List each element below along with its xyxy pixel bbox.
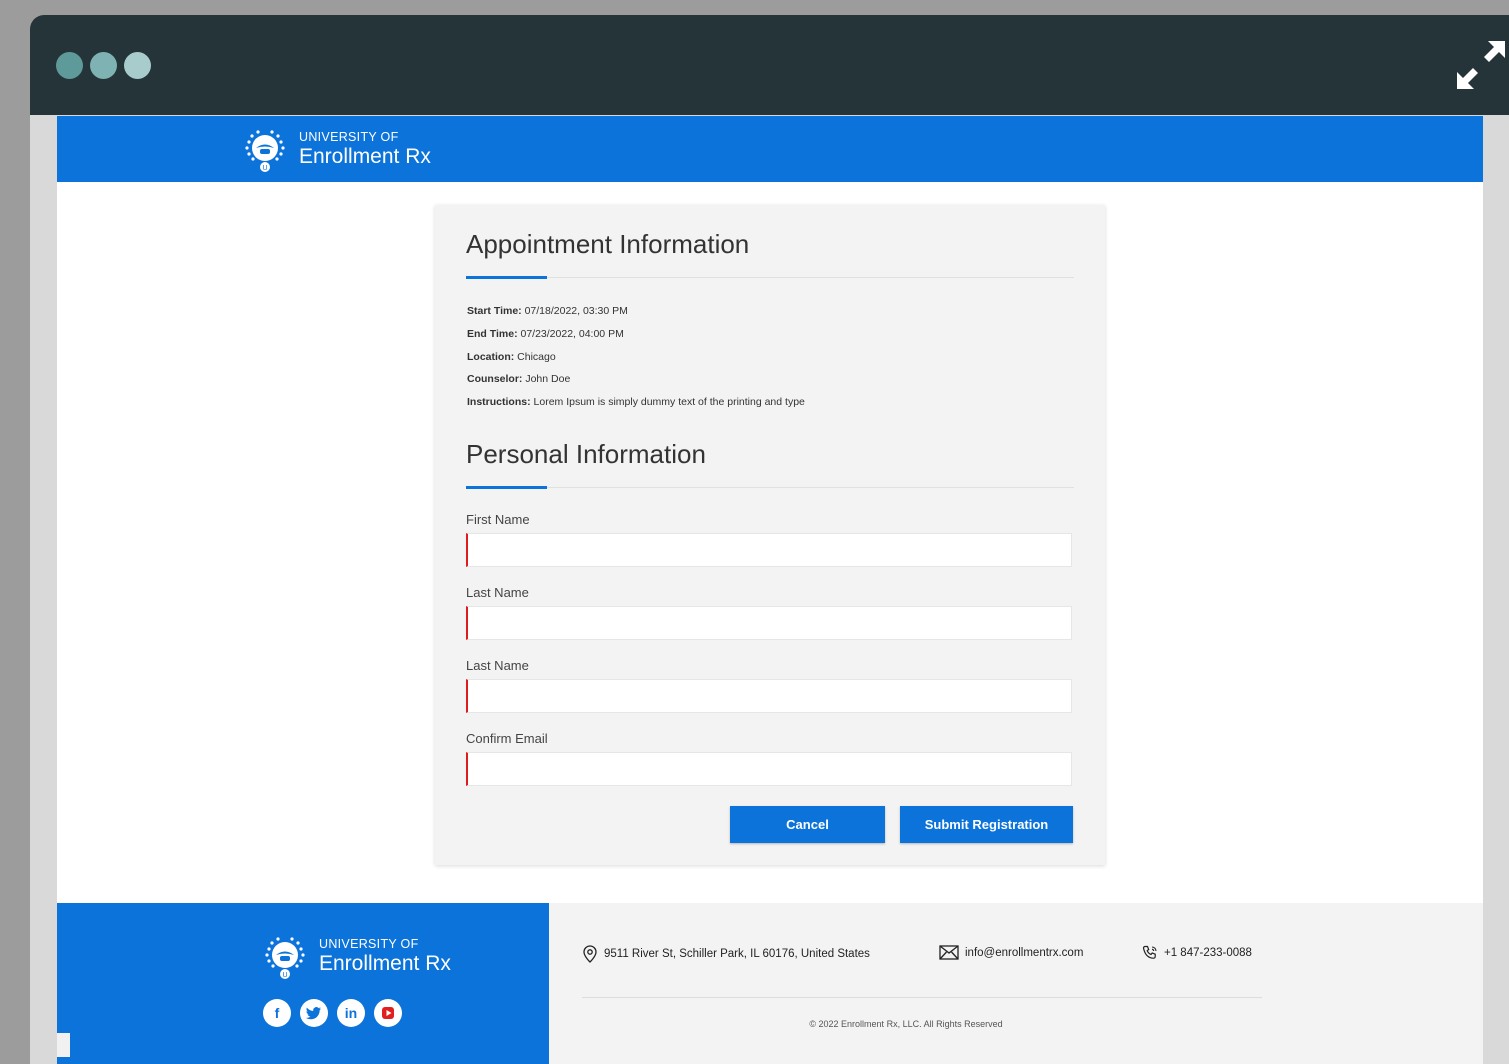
- site-header: U UNIVERSITY OF Enrollment Rx: [57, 116, 1483, 182]
- social-links: f in: [263, 999, 402, 1027]
- footer-email[interactable]: info@enrollmentrx.com: [939, 945, 1083, 960]
- start-time-value: 07/18/2022, 03:30 PM: [524, 305, 628, 317]
- footer-logo[interactable]: U UNIVERSITY OF Enrollment Rx: [261, 931, 451, 981]
- university-crest-icon: U: [245, 130, 285, 172]
- window-control-minimize[interactable]: [90, 52, 117, 79]
- appointment-divider: [466, 277, 1074, 278]
- twitter-icon[interactable]: [300, 999, 328, 1027]
- footer-brand-subtitle: UNIVERSITY OF: [319, 936, 419, 951]
- address-text: 9511 River St, Schiller Park, IL 60176, …: [604, 948, 870, 960]
- registration-card: Appointment Information Start Time: 07/1…: [435, 205, 1105, 865]
- brand-name: Enrollment Rx: [299, 145, 431, 169]
- confirm-email-input[interactable]: [466, 752, 1072, 786]
- submit-registration-button[interactable]: Submit Registration: [900, 806, 1073, 843]
- youtube-icon[interactable]: [374, 999, 402, 1027]
- copyright-text: © 2022 Enrollment Rx, LLC. All Rights Re…: [809, 1019, 1003, 1029]
- instructions-label: Instructions:: [467, 396, 531, 409]
- window-control-maximize[interactable]: [124, 52, 151, 79]
- appointment-title: Appointment Information: [466, 229, 750, 259]
- cancel-button[interactable]: Cancel: [730, 806, 885, 843]
- email-text[interactable]: info@enrollmentrx.com: [965, 947, 1083, 959]
- header-brand-text: UNIVERSITY OF Enrollment Rx: [299, 131, 431, 168]
- footer-brand-name: Enrollment Rx: [319, 952, 451, 976]
- appointment-divider-accent: [466, 276, 547, 279]
- appointment-details: Start Time: 07/18/2022, 03:30 PM End Tim…: [467, 305, 805, 419]
- window-titlebar: [30, 15, 1509, 115]
- counselor-row: Counselor: John Doe: [467, 373, 805, 396]
- end-time-value: 07/23/2022, 04:00 PM: [520, 327, 624, 340]
- counselor-value: John Doe: [525, 373, 571, 386]
- svg-text:U: U: [262, 165, 267, 172]
- footer-contact-panel: 9511 River St, Schiller Park, IL 60176, …: [549, 903, 1483, 1064]
- location-pin-icon: [583, 945, 597, 963]
- end-time-label: End Time:: [467, 327, 518, 340]
- header-logo[interactable]: U UNIVERSITY OF Enrollment Rx: [241, 124, 431, 174]
- browser-window: U UNIVERSITY OF Enrollment Rx Appointmen…: [30, 15, 1509, 1064]
- facebook-icon[interactable]: f: [263, 999, 291, 1027]
- location-row: Location: Chicago: [467, 351, 805, 374]
- last-name-input-2[interactable]: [466, 679, 1072, 713]
- instructions-value: Lorem Ipsum is simply dummy text of the …: [533, 396, 805, 409]
- location-value: Chicago: [517, 350, 556, 363]
- end-time-row: End Time: 07/23/2022, 04:00 PM: [467, 328, 805, 351]
- personal-divider-accent: [466, 486, 547, 489]
- start-time-row: Start Time: 07/18/2022, 03:30 PM: [467, 305, 805, 328]
- university-crest-icon: U: [265, 937, 305, 979]
- start-time-label: Start Time:: [467, 305, 522, 317]
- linkedin-icon[interactable]: in: [337, 999, 365, 1027]
- counselor-label: Counselor:: [467, 373, 523, 386]
- phone-icon: [1142, 945, 1157, 959]
- web-page: U UNIVERSITY OF Enrollment Rx Appointmen…: [57, 116, 1483, 1064]
- footer-address: 9511 River St, Schiller Park, IL 60176, …: [582, 945, 870, 963]
- footer-divider: [582, 997, 1262, 998]
- location-label: Location:: [467, 350, 515, 363]
- brand-subtitle: UNIVERSITY OF: [299, 129, 399, 144]
- personal-title: Personal Information: [466, 439, 706, 469]
- footer-brand-panel: U UNIVERSITY OF Enrollment Rx f in: [57, 903, 549, 1064]
- instructions-row: Instructions: Lorem Ipsum is simply dumm…: [467, 396, 805, 419]
- footer-phone[interactable]: +1 847-233-0088: [1142, 945, 1252, 961]
- confirm-email-label: Confirm Email: [466, 731, 548, 746]
- first-name-label: First Name: [466, 512, 530, 527]
- expand-icon[interactable]: [1455, 39, 1507, 91]
- svg-text:U: U: [282, 972, 287, 979]
- envelope-icon: [939, 945, 959, 960]
- footer-brand-text: UNIVERSITY OF Enrollment Rx: [319, 938, 451, 975]
- phone-text[interactable]: +1 847-233-0088: [1164, 947, 1252, 959]
- last-name-label: Last Name: [466, 585, 529, 600]
- side-tab[interactable]: [57, 1033, 70, 1057]
- last-name-input[interactable]: [466, 606, 1072, 640]
- last-name-label-2: Last Name: [466, 658, 529, 673]
- personal-divider: [466, 487, 1074, 488]
- first-name-input[interactable]: [466, 533, 1072, 567]
- window-control-close[interactable]: [56, 52, 83, 79]
